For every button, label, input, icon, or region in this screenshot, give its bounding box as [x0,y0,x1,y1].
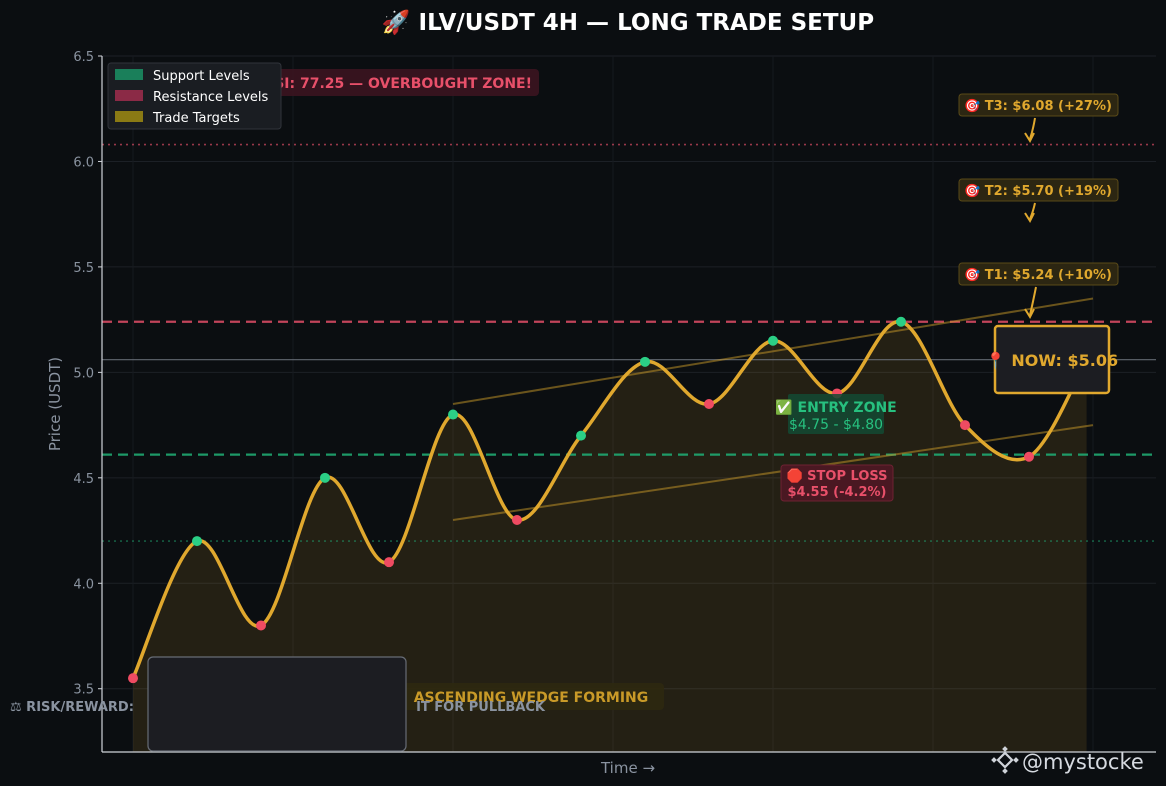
stop-loss-title: 🛑 STOP LOSS [786,468,887,484]
overlay-panel [147,656,407,752]
y-tick-label: 6.0 [73,155,94,170]
swing-point-high [640,356,650,367]
stop-loss-value: $4.55 (-4.2%) [788,485,887,500]
entry-zone-title: ✅ ENTRY ZONE [775,399,897,416]
y-axis-label: Price (USDT) [46,357,64,451]
legend-label-support: Support Levels [153,69,250,84]
swing-point-low [704,399,714,409]
swing-point-low [256,620,266,631]
legend-label-targets: Trade Targets [152,111,240,126]
entry-zone-range: $4.75 - $4.80 [789,417,883,433]
legend-swatch-resistance [115,90,143,101]
swing-point-high [896,316,906,327]
swing-point-high [448,409,458,420]
chart-title: 🚀 ILV/USDT 4H — LONG TRADE SETUP [382,9,874,36]
y-tick-label: 5.5 [73,261,94,276]
swing-point-high [192,536,202,547]
y-tick-label: 4.0 [73,577,94,592]
x-axis-label: Time → [600,759,655,777]
y-tick-label: 3.5 [73,683,94,698]
rsi-text: RSI: 77.25 — OVERBOUGHT ZONE! [263,76,532,92]
now-text: 📍 NOW: $5.06 [986,351,1118,370]
y-tick-label: 4.5 [73,472,94,487]
legend: Support Levels Resistance Levels Trade T… [107,62,282,130]
swing-point-high [768,335,778,346]
swing-point-low [1024,451,1034,462]
risk-reward-label: ⚖ RISK/REWARD: [10,700,134,715]
swing-point-low [384,557,394,568]
legend-swatch-targets [115,111,143,122]
risk-reward-suffix: IT FOR PULLBACK [416,700,546,715]
chart-canvas: 🚀 ILV/USDT 4H — LONG TRADE SETUP 3.5 4.0 4… [0,0,1166,786]
y-tick-label: 6.5 [73,50,94,65]
legend-swatch-support [115,69,143,80]
now-marker: 📍 NOW: $5.06 [986,324,1118,395]
target-t1-text: 🎯 T1: $5.24 (+10%) [964,267,1112,283]
legend-label-resistance: Resistance Levels [153,90,269,105]
stop-loss: 🛑 STOP LOSS $4.55 (-4.2%) [780,464,894,502]
y-tick-label: 5.0 [73,366,94,381]
swing-point-high [576,430,586,441]
swing-point-high [320,472,330,483]
target-t3-text: 🎯 T3: $6.08 (+27%) [964,98,1112,114]
swing-point-low [960,420,970,431]
swing-point-low [128,673,138,684]
swing-point-low [512,515,522,525]
entry-zone: ✅ ENTRY ZONE $4.75 - $4.80 [775,394,897,434]
target-t2-text: 🎯 T2: $5.70 (+19%) [964,183,1112,199]
watermark-text: @mystocke [1022,750,1144,774]
